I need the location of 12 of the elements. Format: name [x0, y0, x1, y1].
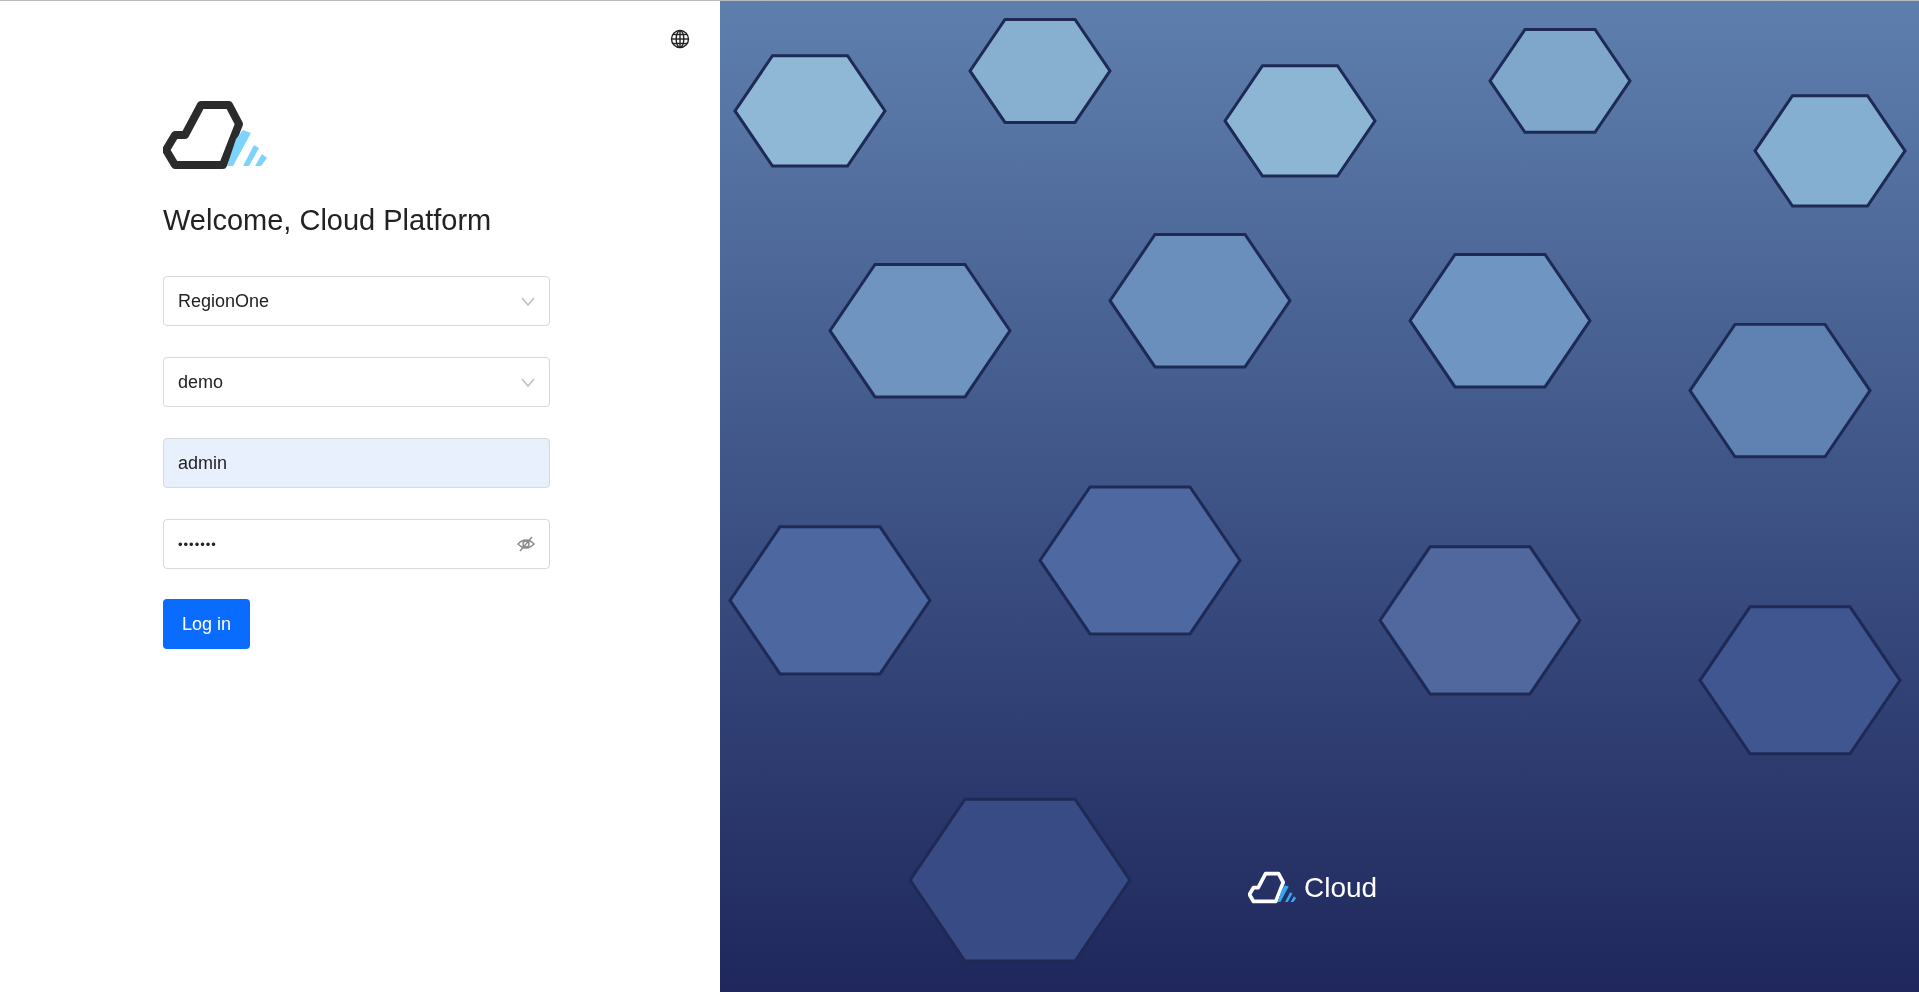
select-field[interactable]: RegionOne	[163, 276, 550, 327]
brand-name: Cloud	[1304, 871, 1378, 905]
login-button[interactable]: Log in	[163, 599, 251, 650]
select-field[interactable]: demo	[163, 357, 550, 408]
password-field[interactable]: •••••••	[163, 519, 550, 570]
welcome-heading: Welcome, Cloud Platform	[163, 203, 493, 238]
eye-slash-icon[interactable]	[517, 536, 535, 553]
input-field[interactable]: admin	[163, 438, 550, 489]
chevron-down-icon	[521, 296, 535, 306]
globe-icon[interactable]	[670, 29, 690, 49]
logo-icon	[1248, 871, 1298, 905]
chevron-down-icon	[521, 377, 535, 387]
